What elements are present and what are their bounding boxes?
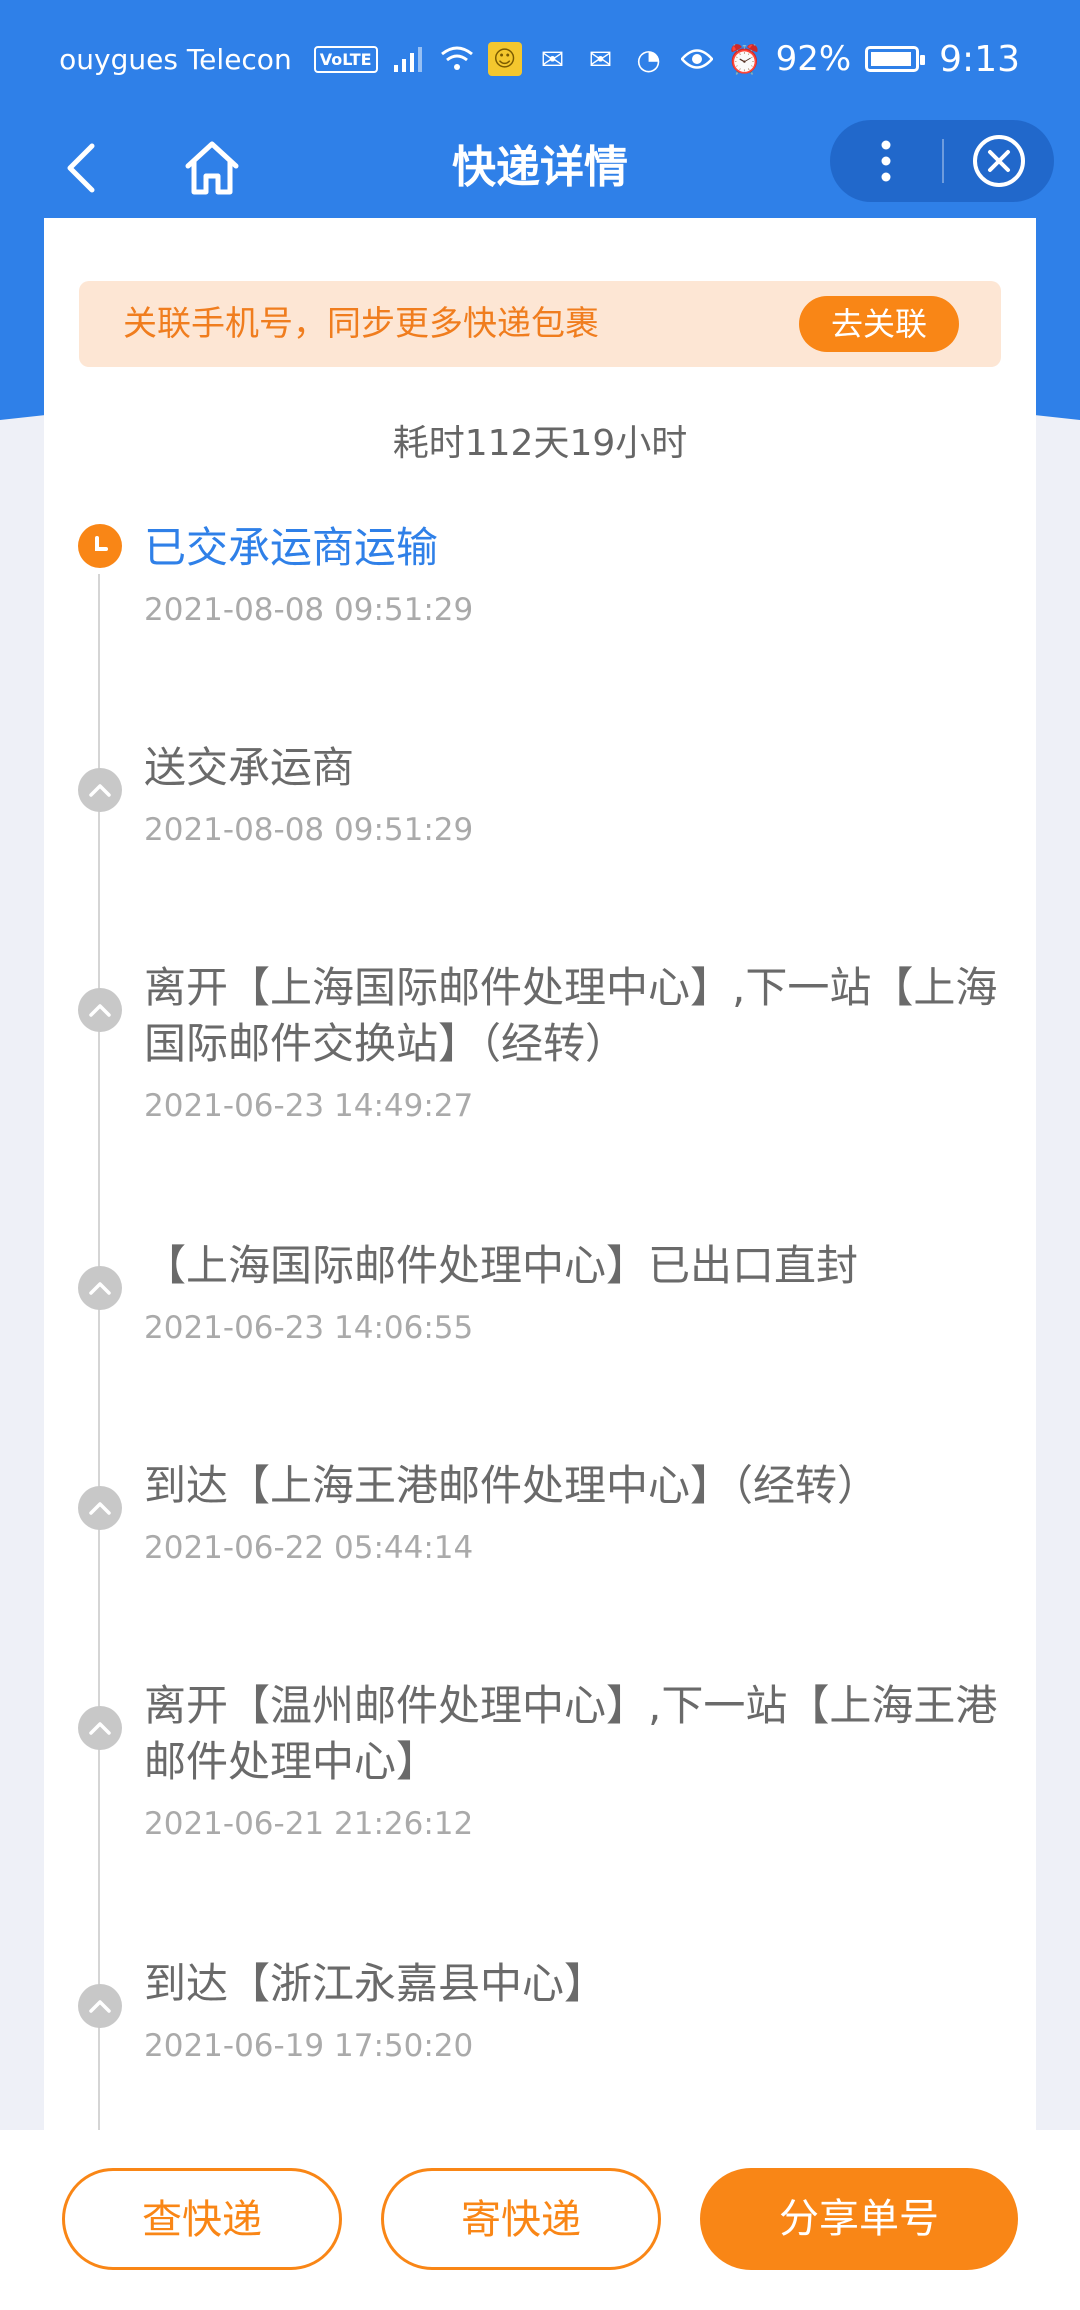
more-dots-icon [881,140,891,182]
chevron-up-icon [78,1486,122,1530]
battery-icon [865,46,926,72]
mail-icon-2: ✉ [588,42,613,76]
clock: 9:13 [939,38,1020,80]
event-title: 到达【上海王港邮件处理中心】（经转） [144,1461,880,1510]
close-circle-icon [973,135,1025,187]
status-bar: ouygues Telecon VoLTE ☺ ✉ ✉ ◔ ⏰ 92% 9:13 [0,0,1080,118]
clock-icon [78,524,122,568]
check-express-button[interactable]: 查快递 [62,2168,342,2270]
volte-badge: VoLTE [313,45,378,73]
chevron-up-icon [78,1984,122,2028]
app-notification-icon: ☺ [487,42,522,76]
battery-percent: 92% [775,39,852,79]
banner-text: 关联手机号，同步更多快递包裹 [123,304,599,344]
mail-icon: ✉ [540,42,565,76]
wifi-icon [440,42,474,76]
share-number-button[interactable]: 分享单号 [700,2168,1018,2270]
chevron-up-icon [78,1266,122,1310]
close-button[interactable] [944,120,1054,202]
more-button[interactable] [830,120,942,202]
event-title: 【上海国际邮件处理中心】已出口直封 [144,1241,859,1290]
transit-duration: 耗时112天19小时 [392,423,688,464]
event-time: 2021-06-22 05:44:14 [144,1530,474,1566]
eye-icon [680,42,714,76]
event-title: 送交承运商 [144,743,355,792]
event-time: 2021-06-23 14:06:55 [144,1310,474,1346]
tracking-card: 关联手机号，同步更多快递包裹 去关联 耗时112天19小时 已交承运商运输 20… [44,218,1036,2130]
event-title: 离开【温州邮件处理中心】,下一站【上海王港邮件处理中心】 [144,1681,998,1786]
nav-bar: 快递详情 [0,118,1080,218]
bottom-action-bar: 查快递 寄快递 分享单号 [0,2130,1080,2310]
link-phone-button[interactable]: 去关联 [799,296,959,352]
event-time: 2021-06-23 14:49:27 [144,1088,474,1124]
chevron-up-icon [78,768,122,812]
event-title: 已交承运商运输 [144,523,439,572]
mini-program-capsule [830,120,1054,202]
event-time: 2021-06-21 21:26:12 [144,1806,474,1842]
event-title: 到达【浙江永嘉县中心】 [144,1959,607,2008]
alarm-icon: ⏰ [727,42,763,76]
send-express-button[interactable]: 寄快递 [381,2168,661,2270]
signal-icon [392,42,426,76]
data-saver-icon: ◔ [636,42,661,76]
chevron-up-icon [78,1706,122,1750]
event-time: 2021-06-19 17:50:20 [144,2028,474,2064]
carrier-name: ouygues Telecon [59,42,292,76]
link-phone-banner: 关联手机号，同步更多快递包裹 去关联 [79,281,1001,367]
chevron-up-icon [78,988,122,1032]
event-time: 2021-08-08 09:51:29 [144,592,474,628]
event-title: 离开【上海国际邮件处理中心】,下一站【上海国际邮件交换站】（经转） [144,963,998,1068]
event-time: 2021-08-08 09:51:29 [144,812,474,848]
